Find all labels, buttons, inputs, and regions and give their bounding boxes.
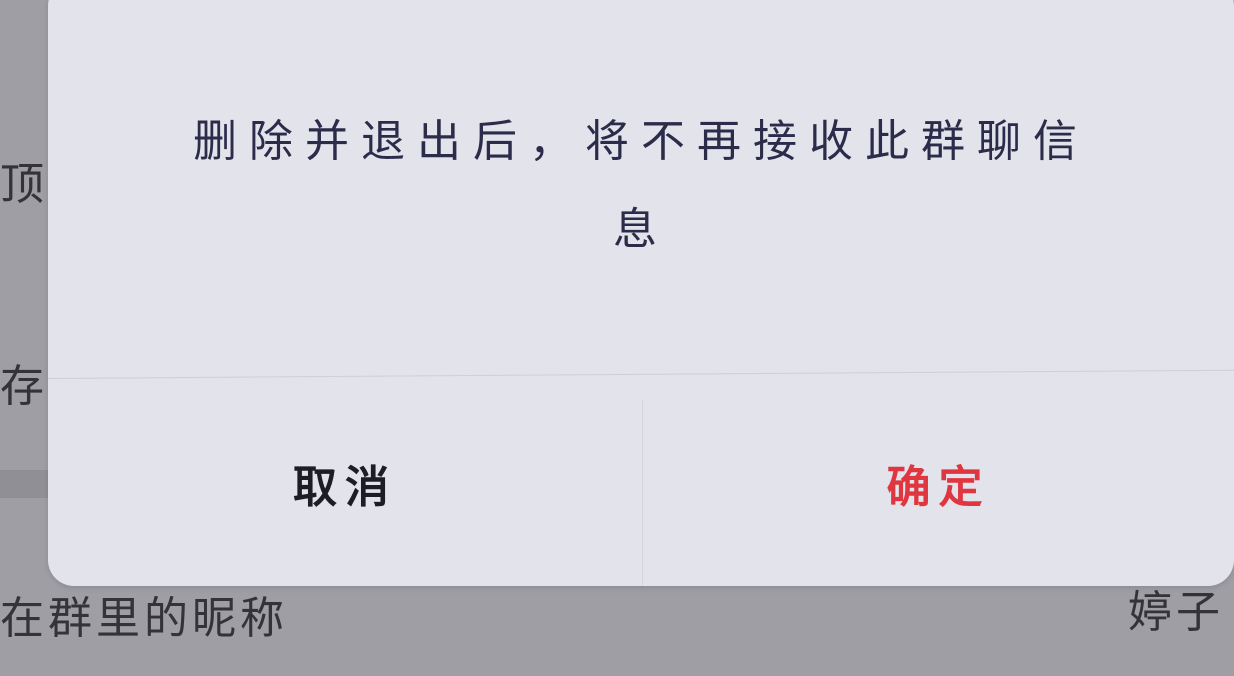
- dialog-message-line: 删除并退出后，将不再接收此群聊信: [193, 116, 1089, 167]
- cancel-button[interactable]: 取消: [48, 380, 642, 586]
- confirm-dialog: 删除并退出后，将不再接收此群聊信 息 取消 确定: [48, 0, 1234, 586]
- group-nickname-label: 在群里的昵称: [0, 593, 288, 644]
- background-text-fragment: 顶: [0, 159, 48, 210]
- dialog-message-line: 息: [613, 204, 669, 255]
- confirm-button[interactable]: 确定: [643, 380, 1234, 586]
- dialog-horizontal-divider: [48, 369, 1234, 379]
- background-text-fragment: 存: [0, 361, 48, 412]
- dialog-message: 删除并退出后，将不再接收此群聊信 息: [138, 98, 1144, 274]
